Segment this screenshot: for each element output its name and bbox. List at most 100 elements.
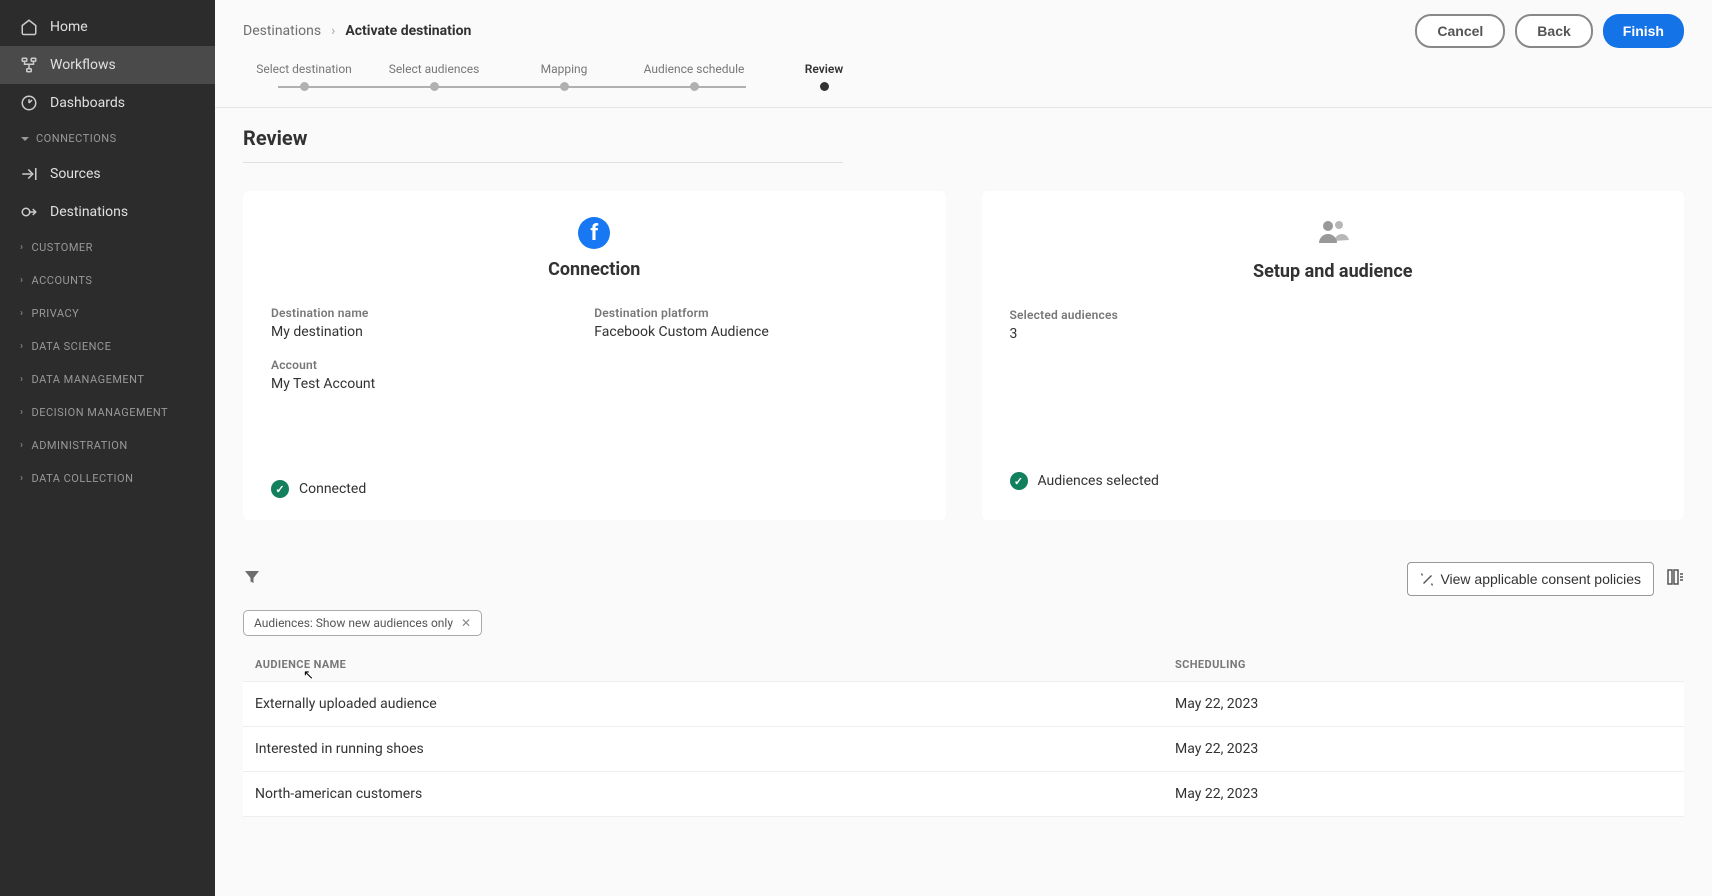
chevron-right-icon: › — [20, 440, 24, 451]
step-label: Select destination — [256, 62, 352, 76]
content-area: Review f Connection Destination name My … — [215, 108, 1712, 835]
home-icon — [20, 18, 38, 36]
nav-section-privacy[interactable]: › Privacy — [0, 297, 215, 330]
sources-icon — [20, 165, 38, 183]
td-scheduling: May 22, 2023 — [1175, 741, 1672, 757]
step-label: Review — [805, 62, 843, 76]
step-label: Audience schedule — [644, 62, 745, 76]
td-scheduling: May 22, 2023 — [1175, 696, 1672, 712]
wand-icon — [1420, 572, 1434, 586]
platform-value: Facebook Custom Audience — [594, 324, 917, 340]
chevron-right-icon: › — [20, 308, 24, 319]
people-icon — [1316, 217, 1350, 247]
step-dot — [690, 82, 699, 91]
selected-audiences-label: Selected audiences — [1010, 308, 1657, 322]
step-dot — [820, 82, 829, 91]
nav-workflows[interactable]: Workflows — [0, 46, 215, 84]
nav-section-data-collection[interactable]: › Data Collection — [0, 462, 215, 495]
table-row[interactable]: North-american customers May 22, 2023 — [243, 771, 1684, 817]
nav-home[interactable]: Home — [0, 8, 215, 46]
chevron-right-icon: › — [20, 374, 24, 385]
dashboards-icon — [20, 94, 38, 112]
header: Destinations › Activate destination Canc… — [215, 0, 1712, 56]
filter-chip-close[interactable]: ✕ — [461, 616, 471, 630]
nav-section-accounts[interactable]: ›Accounts — [0, 264, 215, 297]
workflows-icon — [20, 56, 38, 74]
dest-name-label: Destination name — [271, 306, 594, 320]
nav-section-data-management[interactable]: › Data Management — [0, 363, 215, 396]
nav-admin-label: Administration — [32, 439, 128, 452]
th-scheduling: Scheduling — [1175, 658, 1672, 671]
check-icon: ✓ — [271, 480, 289, 498]
breadcrumb-separator: › — [331, 23, 335, 39]
connection-col-left: Destination name My destination Account … — [271, 306, 594, 410]
chevron-right-icon: › — [20, 242, 24, 253]
cancel-button[interactable]: Cancel — [1415, 14, 1505, 48]
step-select-destination[interactable]: Select destination — [239, 62, 369, 91]
connection-status-text: Connected — [299, 481, 366, 497]
nav-privacy-label: Privacy — [32, 307, 80, 320]
connection-card-header: f Connection — [271, 217, 918, 280]
table-controls: View applicable consent policies — [243, 562, 1684, 596]
nav-customer-label: Customer — [32, 241, 93, 254]
finish-button[interactable]: Finish — [1603, 14, 1684, 48]
nav-dashboards[interactable]: Dashboards — [0, 84, 215, 122]
step-dot — [560, 82, 569, 91]
nav-section-customer[interactable]: › Customer — [0, 231, 215, 264]
breadcrumb-current: Activate destination — [345, 23, 471, 39]
setup-col: Selected audiences 3 — [1010, 308, 1657, 360]
stepper: Select destination Select audiences Mapp… — [215, 62, 1712, 108]
chevron-right-icon: › — [20, 407, 24, 418]
nav-datacoll-label: Data Collection — [32, 472, 134, 485]
view-policies-button[interactable]: View applicable consent policies — [1407, 562, 1654, 596]
chevron-right-icon: › — [20, 275, 24, 286]
setup-card-body: Selected audiences 3 — [1010, 308, 1657, 360]
step-mapping[interactable]: Mapping — [499, 62, 629, 91]
nav-section-data-science[interactable]: ›Data Science — [0, 330, 215, 363]
audiences-table: Audience Name Scheduling ↖ Externally up… — [243, 648, 1684, 817]
connection-col-right: Destination platform Facebook Custom Aud… — [594, 306, 917, 410]
nav-section-connections[interactable]: Connections — [0, 122, 215, 155]
nav-section-administration[interactable]: › Administration — [0, 429, 215, 462]
destinations-icon — [20, 203, 38, 221]
back-button[interactable]: Back — [1515, 14, 1592, 48]
nav-datasci-label: Data Science — [32, 340, 112, 353]
step-label: Mapping — [541, 62, 588, 76]
nav-decision-label: Decision Management — [32, 406, 169, 419]
header-actions: Cancel Back Finish — [1415, 14, 1684, 48]
nav-dashboards-label: Dashboards — [50, 95, 125, 111]
section-title: Review — [243, 126, 1684, 150]
setup-card-header: Setup and audience — [1010, 217, 1657, 282]
divider — [243, 162, 843, 163]
connection-card-title: Connection — [271, 259, 918, 280]
breadcrumb: Destinations › Activate destination — [243, 23, 471, 39]
nav-section-decision-management[interactable]: › Decision Management — [0, 396, 215, 429]
connection-card-body: Destination name My destination Account … — [271, 306, 918, 410]
nav-destinations[interactable]: Destinations — [0, 193, 215, 231]
table-row[interactable]: Interested in running shoes May 22, 2023 — [243, 726, 1684, 771]
breadcrumb-parent[interactable]: Destinations — [243, 23, 321, 39]
platform-label: Destination platform — [594, 306, 917, 320]
step-select-audiences[interactable]: Select audiences — [369, 62, 499, 91]
chevron-right-icon: › — [20, 473, 24, 484]
dest-name-value: My destination — [271, 324, 594, 340]
account-label: Account — [271, 358, 594, 372]
facebook-icon: f — [578, 217, 610, 249]
table-row[interactable]: ↖ Externally uploaded audience May 22, 2… — [243, 681, 1684, 726]
check-icon: ✓ — [1010, 472, 1028, 490]
cursor-icon: ↖ — [303, 668, 314, 683]
filter-icon[interactable] — [243, 568, 261, 591]
chevron-down-icon — [20, 134, 30, 144]
sidebar: Home Workflows Dashboards Connections So… — [0, 0, 215, 896]
td-audience-name: North-american customers — [255, 786, 1175, 802]
step-review[interactable]: Review — [759, 62, 889, 91]
step-dot — [430, 82, 439, 91]
setup-status-text: Audiences selected — [1038, 473, 1159, 489]
connection-card: f Connection Destination name My destina… — [243, 191, 946, 520]
nav-sources[interactable]: Sources — [0, 155, 215, 193]
account-value: My Test Account — [271, 376, 594, 392]
main-content: Destinations › Activate destination Canc… — [215, 0, 1712, 896]
columns-icon[interactable] — [1666, 568, 1684, 590]
nav-datamgmt-label: Data Management — [32, 373, 145, 386]
step-audience-schedule[interactable]: Audience schedule — [629, 62, 759, 91]
